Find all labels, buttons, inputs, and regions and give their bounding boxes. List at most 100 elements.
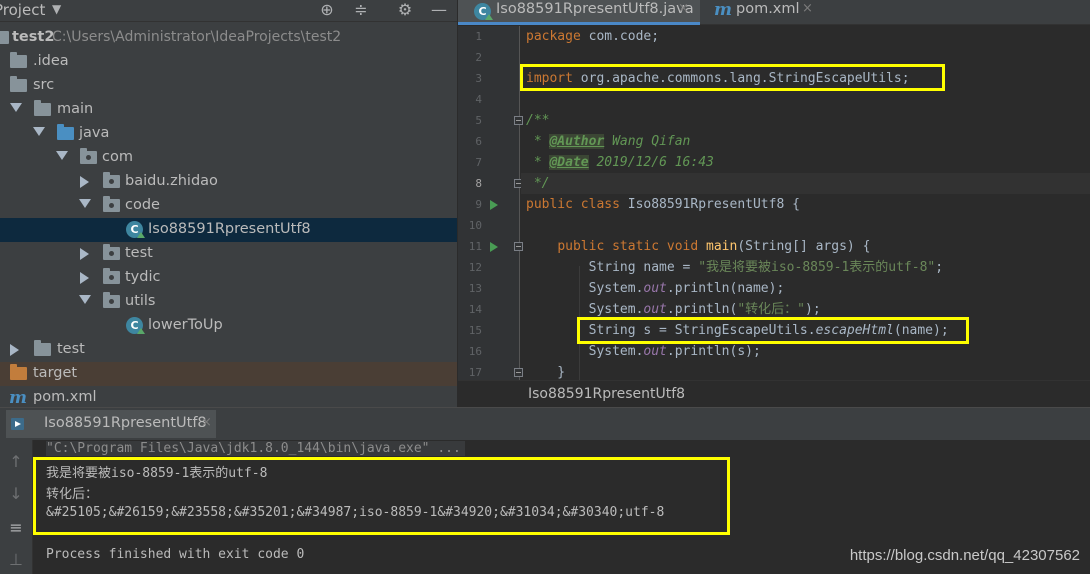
run-class-icon[interactable] [490, 200, 498, 210]
run-tab-bar: Iso88591RpresentUtf8 × [0, 408, 1090, 440]
code-text: System. [526, 344, 644, 359]
java-class-icon: C [126, 221, 145, 238]
run-tab[interactable]: Iso88591RpresentUtf8 × [6, 410, 216, 438]
tree-item-tydic[interactable]: tydic [0, 266, 457, 290]
editor-panel: C Iso88591RpresentUtf8.java × m pom.xml … [458, 0, 1090, 407]
code-area[interactable]: package com.code; import org.apache.comm… [520, 26, 1090, 406]
chevron-down-icon[interactable]: ▼ [52, 2, 61, 16]
tree-item-java[interactable]: java [0, 122, 457, 146]
keyword: package [526, 29, 581, 44]
run-tab-label: Iso88591RpresentUtf8 [44, 415, 207, 431]
hide-icon[interactable]: — [428, 0, 450, 22]
code-text: ); [805, 302, 821, 317]
tree-item-test-package[interactable]: test [0, 242, 457, 266]
line-number: 10 [468, 219, 482, 232]
line-number-gutter[interactable]: 1 2 3 4 5 6 7 8 9 10 11 12 13 14 15 16 1… [458, 26, 523, 380]
expand-arrow-icon[interactable] [33, 127, 45, 136]
code-text: String name = [526, 260, 699, 275]
line-number: 15 [468, 324, 482, 337]
tree-item-label: lowerToUp [148, 317, 223, 333]
static-field: out [643, 302, 667, 317]
collapse-all-icon[interactable]: ≑ [350, 0, 372, 22]
static-field: out [643, 344, 667, 359]
tab-pom-xml[interactable]: m pom.xml × [706, 0, 826, 25]
package-icon [80, 148, 97, 164]
tree-item-idea[interactable]: .idea [0, 50, 457, 74]
pin-icon[interactable]: ⊥ [6, 550, 26, 570]
code-line-6: * @Author Wang Qifan [526, 131, 690, 152]
command-line: "C:\Program Files\Java\jdk1.8.0_144\bin\… [46, 441, 465, 456]
run-main-icon[interactable] [490, 242, 498, 252]
code-line-8: */ [526, 176, 550, 191]
tree-item-main[interactable]: main [0, 98, 457, 122]
gear-icon[interactable]: ⚙ [394, 0, 416, 22]
line-number: 12 [468, 261, 482, 274]
code-line-9: public class Iso88591RpresentUtf8 { [526, 194, 800, 215]
package-icon [103, 292, 120, 308]
code-text: .println(name); [666, 281, 785, 296]
tree-item-label: target [33, 365, 78, 381]
tree-item-label: test2 [12, 29, 55, 45]
tree-item-pom-xml[interactable]: m pom.xml [0, 386, 457, 407]
tree-item-iso88591rpresentutf8[interactable]: C Iso88591RpresentUtf8 [0, 218, 457, 242]
code-text: .println( [666, 302, 738, 317]
project-view-selector[interactable]: Project [0, 1, 45, 19]
close-icon[interactable]: × [802, 1, 813, 16]
current-line-highlight [521, 173, 1090, 194]
scroll-up-icon[interactable]: ↑ [6, 452, 26, 472]
soft-wrap-icon[interactable]: ≡ [6, 518, 26, 538]
close-icon[interactable]: × [201, 415, 212, 430]
import-highlight-box [520, 64, 945, 91]
package-icon [103, 196, 120, 212]
string-literal: "转化后：" [737, 302, 805, 317]
line-number: 1 [475, 30, 482, 43]
collapsed-arrow-icon[interactable] [80, 176, 89, 188]
breadcrumb-item[interactable]: Iso88591RpresentUtf8 [528, 386, 685, 402]
java-class-icon: C [126, 317, 145, 334]
collapsed-arrow-icon[interactable] [10, 344, 19, 356]
tree-item-test2[interactable]: test2 C:\Users\Administrator\IdeaProject… [0, 26, 457, 50]
source-folder-icon [57, 124, 74, 140]
java-class-icon: C [474, 3, 493, 20]
tree-item-target[interactable]: target [0, 362, 457, 386]
tab-iso88591rpresentutf8-java[interactable]: C Iso88591RpresentUtf8.java × [458, 0, 700, 25]
collapsed-arrow-icon[interactable] [80, 248, 89, 260]
line-number: 14 [468, 303, 482, 316]
expand-arrow-icon[interactable] [79, 295, 91, 304]
tab-label: Iso88591RpresentUtf8.java [496, 1, 694, 17]
tree-item-test[interactable]: test [0, 338, 457, 362]
tree-item-utils[interactable]: utils [0, 290, 457, 314]
folder-icon [34, 340, 51, 356]
line-number: 11 [468, 240, 482, 253]
tree-item-baidu-zhidao[interactable]: baidu.zhidao [0, 170, 457, 194]
line-number: 16 [468, 345, 482, 358]
locate-icon[interactable]: ⊕ [316, 0, 338, 22]
run-toolbar: ↑ ↓ ≡ ⊥ [0, 440, 33, 574]
tree-item-code[interactable]: code [0, 194, 457, 218]
code-line-5: /** [526, 113, 550, 128]
comment-text: * [526, 134, 550, 149]
escape-call-highlight-box [577, 317, 969, 344]
code-line-1: package com.code; [526, 26, 659, 47]
expand-arrow-icon[interactable] [56, 151, 68, 160]
tree-item-label: main [57, 101, 94, 117]
tab-label: pom.xml [736, 1, 800, 17]
comment-text: 2019/12/6 16:43 [588, 155, 714, 170]
output-highlight-box [33, 457, 730, 535]
scroll-down-icon[interactable]: ↓ [6, 484, 26, 504]
code-text: (String[] args) { [737, 239, 871, 254]
expand-arrow-icon[interactable] [10, 103, 22, 112]
tree-item-label: .idea [33, 53, 69, 69]
close-icon[interactable]: × [678, 1, 689, 16]
tree-item-com[interactable]: com [0, 146, 457, 170]
tree-item-src[interactable]: src [0, 74, 457, 98]
line-number: 4 [475, 93, 482, 106]
keyword: public class [526, 197, 620, 212]
exit-message: Process finished with exit code 0 [46, 547, 305, 562]
line-number: 7 [475, 156, 482, 169]
line-number: 3 [475, 72, 482, 85]
code-line-7: * @Date 2019/12/6 16:43 [526, 152, 714, 173]
collapsed-arrow-icon[interactable] [80, 272, 89, 284]
tree-item-lowertoup[interactable]: C lowerToUp [0, 314, 457, 338]
expand-arrow-icon[interactable] [79, 199, 91, 208]
